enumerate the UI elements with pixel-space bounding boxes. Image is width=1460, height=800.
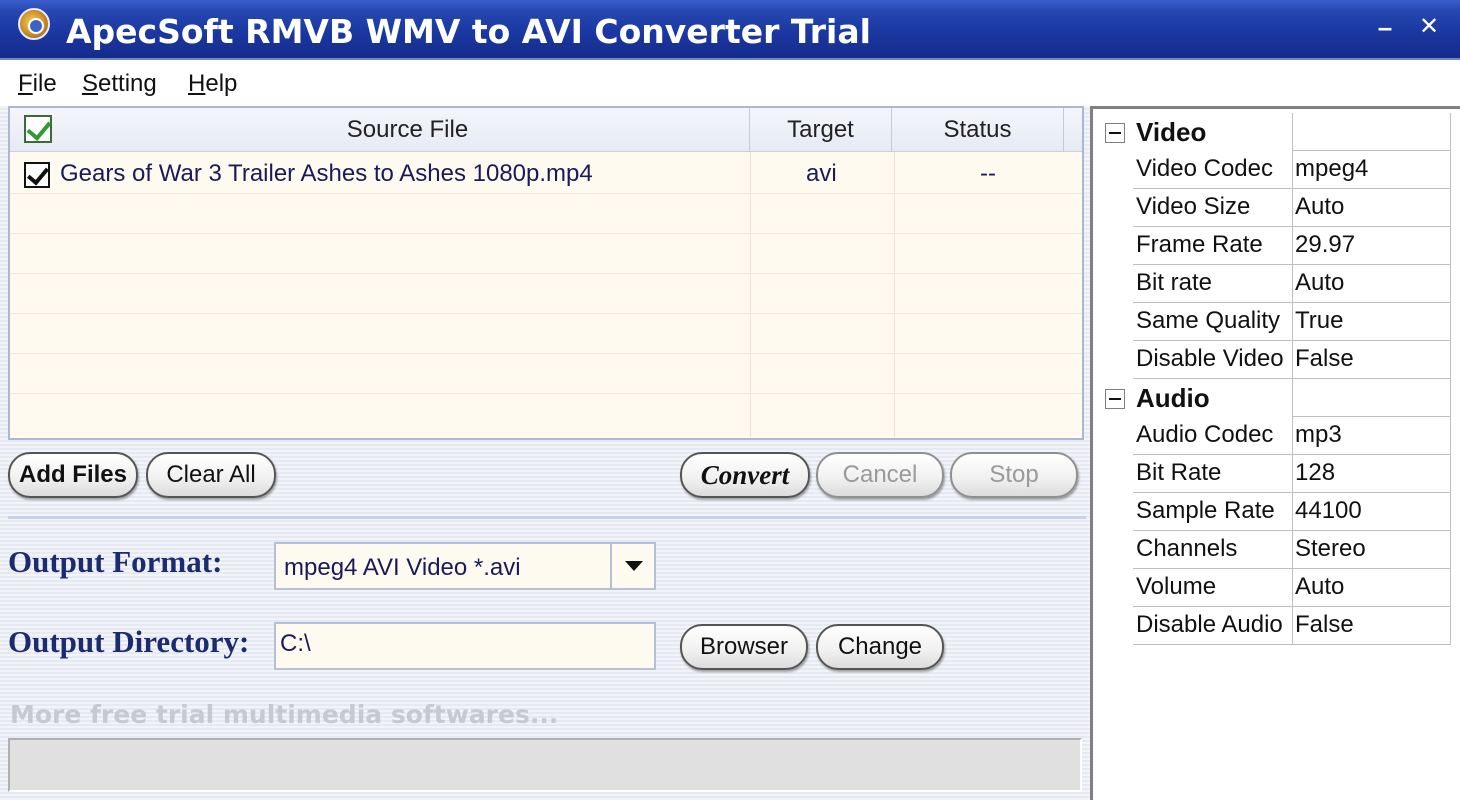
row-source-file: Gears of War 3 Trailer Ashes to Ashes 10… <box>60 160 593 187</box>
property-name: Video Codec <box>1133 151 1293 189</box>
output-format-value: mpeg4 AVI Video *.avi <box>284 554 521 581</box>
property-value[interactable]: Auto <box>1293 569 1451 607</box>
minimize-button[interactable]: – <box>1370 12 1400 42</box>
property-name: Bit rate <box>1133 265 1293 303</box>
property-value[interactable]: 128 <box>1293 455 1451 493</box>
property-value[interactable]: Auto <box>1293 189 1451 227</box>
column-status[interactable]: Status <box>892 108 1064 152</box>
window-title: ApecSoft RMVB WMV to AVI Converter Trial <box>66 12 871 51</box>
menu-file[interactable]: File <box>18 70 57 98</box>
property-value[interactable]: mp3 <box>1293 417 1451 455</box>
table-row[interactable]: Gears of War 3 Trailer Ashes to Ashes 10… <box>10 154 1082 194</box>
category-video[interactable]: Video <box>1093 113 1455 151</box>
more-software-link[interactable]: More free trial multimedia softwares... <box>10 700 558 729</box>
cancel-button[interactable]: Cancel <box>816 452 944 498</box>
add-files-button[interactable]: Add Files <box>8 452 138 498</box>
property-name: Audio Codec <box>1133 417 1293 455</box>
collapse-icon[interactable] <box>1105 389 1125 409</box>
row-target: avi <box>806 160 837 187</box>
property-row[interactable]: Bit rate Auto <box>1093 265 1455 303</box>
output-directory-input[interactable]: C:\ <box>274 622 656 670</box>
chevron-down-icon[interactable] <box>610 544 654 588</box>
collapse-icon[interactable] <box>1105 123 1125 143</box>
convert-button[interactable]: Convert <box>680 452 810 498</box>
menu-help[interactable]: Help <box>188 70 237 98</box>
column-target[interactable]: Target <box>750 108 892 152</box>
property-name: Channels <box>1133 531 1293 569</box>
table-row-empty <box>10 234 1082 274</box>
property-row[interactable]: Same Quality True <box>1093 303 1455 341</box>
property-value[interactable]: Stereo <box>1293 531 1451 569</box>
property-row[interactable]: Audio Codec mp3 <box>1093 417 1455 455</box>
property-row[interactable]: Frame Rate 29.97 <box>1093 227 1455 265</box>
divider <box>8 516 1086 519</box>
property-name: Sample Rate <box>1133 493 1293 531</box>
category-video-title: Video <box>1133 113 1293 151</box>
category-value-empty <box>1293 379 1451 417</box>
menu-setting[interactable]: Setting <box>82 70 157 98</box>
property-name: Frame Rate <box>1133 227 1293 265</box>
property-name: Video Size <box>1133 189 1293 227</box>
property-value[interactable]: mpeg4 <box>1293 151 1451 189</box>
browser-button[interactable]: Browser <box>680 624 808 670</box>
close-button[interactable]: ✕ <box>1414 12 1444 42</box>
property-row[interactable]: Sample Rate 44100 <box>1093 493 1455 531</box>
property-value[interactable]: False <box>1293 607 1451 645</box>
output-format-label: Output Format: <box>8 544 223 579</box>
change-button[interactable]: Change <box>816 624 944 670</box>
property-name: Same Quality <box>1133 303 1293 341</box>
stop-button[interactable]: Stop <box>950 452 1078 498</box>
property-row[interactable]: Bit Rate 128 <box>1093 455 1455 493</box>
column-source-file[interactable]: Source File <box>66 108 750 152</box>
title-bar: ApecSoft RMVB WMV to AVI Converter Trial… <box>0 0 1460 58</box>
progress-status-bar <box>8 738 1082 792</box>
table-row-empty <box>10 194 1082 234</box>
select-all-checkbox[interactable] <box>24 115 52 143</box>
table-row-empty <box>10 354 1082 394</box>
property-value[interactable]: 29.97 <box>1293 227 1451 265</box>
property-name: Bit Rate <box>1133 455 1293 493</box>
category-value-empty <box>1293 113 1451 151</box>
main-panel: Source File Target Status Gears of War 3… <box>0 106 1090 800</box>
property-value[interactable]: 44100 <box>1293 493 1451 531</box>
file-list-header: Source File Target Status <box>10 108 1082 152</box>
property-row[interactable]: Video Size Auto <box>1093 189 1455 227</box>
table-row-empty <box>10 274 1082 314</box>
file-list[interactable]: Source File Target Status Gears of War 3… <box>8 106 1084 440</box>
property-name: Volume <box>1133 569 1293 607</box>
property-row[interactable]: Disable Video False <box>1093 341 1455 379</box>
row-status: -- <box>980 160 996 187</box>
property-row[interactable]: Volume Auto <box>1093 569 1455 607</box>
properties-panel: Video Video Codec mpeg4 Video Size Auto … <box>1090 106 1460 800</box>
property-row[interactable]: Channels Stereo <box>1093 531 1455 569</box>
output-directory-label: Output Directory: <box>8 624 250 659</box>
row-checkbox[interactable] <box>24 162 50 188</box>
clear-all-button[interactable]: Clear All <box>146 452 276 498</box>
property-name: Disable Audio <box>1133 607 1293 645</box>
category-audio[interactable]: Audio <box>1093 379 1455 417</box>
property-name: Disable Video <box>1133 341 1293 379</box>
property-value[interactable]: Auto <box>1293 265 1451 303</box>
property-value[interactable]: True <box>1293 303 1451 341</box>
property-row[interactable]: Video Codec mpeg4 <box>1093 151 1455 189</box>
property-row[interactable]: Disable Audio False <box>1093 607 1455 645</box>
app-logo-icon[interactable] <box>18 8 50 40</box>
menu-bar: File Setting Help <box>0 58 1460 106</box>
output-format-select[interactable]: mpeg4 AVI Video *.avi <box>274 542 656 590</box>
property-value[interactable]: False <box>1293 341 1451 379</box>
category-audio-title: Audio <box>1133 379 1293 417</box>
table-row-empty <box>10 314 1082 354</box>
